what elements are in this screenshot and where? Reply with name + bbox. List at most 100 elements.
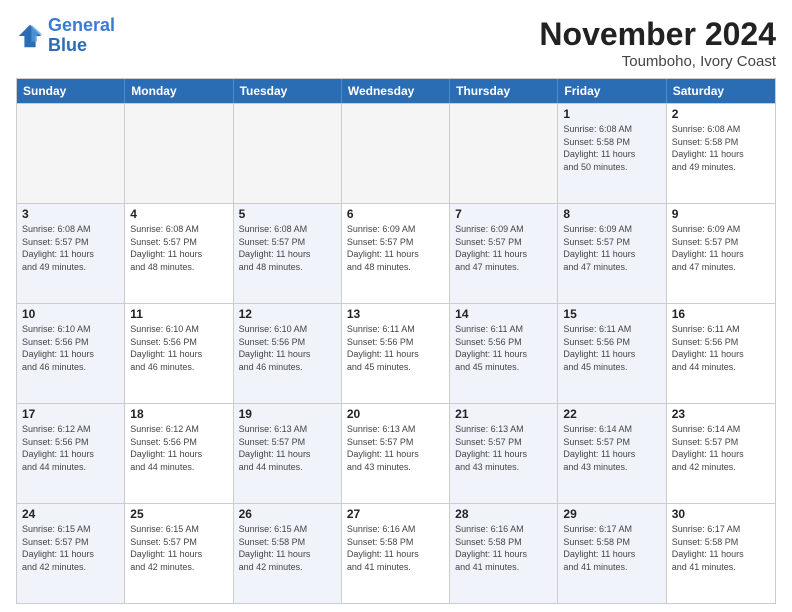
day-info: Sunrise: 6:14 AM Sunset: 5:57 PM Dayligh…	[672, 423, 770, 473]
cal-header-cell: Saturday	[667, 79, 775, 103]
calendar-cell: 16Sunrise: 6:11 AM Sunset: 5:56 PM Dayli…	[667, 304, 775, 403]
calendar-row: 1 Sunrise: 6:08 AM Sunset: 5:58 PM Daylig…	[17, 103, 775, 203]
calendar-cell: 28 Sunrise: 6:16 AM Sunset: 5:58 PM Dayli…	[450, 504, 558, 603]
logo-text: General Blue	[48, 16, 115, 56]
day-number: 10	[22, 307, 119, 321]
day-info: Sunrise: 6:08 AM Sunset: 5:58 PM Dayligh…	[672, 123, 770, 173]
day-number: 30	[672, 507, 770, 521]
day-number: 17	[22, 407, 119, 421]
day-info: Sunrise: 6:11 AM Sunset: 5:56 PM Dayligh…	[347, 323, 444, 373]
day-info: Sunrise: 6:08 AM Sunset: 5:57 PM Dayligh…	[22, 223, 119, 273]
day-number: 24	[22, 507, 119, 521]
day-number: 20	[347, 407, 444, 421]
calendar-cell: 29Sunrise: 6:17 AM Sunset: 5:58 PM Dayli…	[558, 504, 666, 603]
cal-header-cell: Tuesday	[234, 79, 342, 103]
calendar-cell: 7 Sunrise: 6:09 AM Sunset: 5:57 PM Daylig…	[450, 204, 558, 303]
day-info: Sunrise: 6:09 AM Sunset: 5:57 PM Dayligh…	[455, 223, 552, 273]
day-number: 5	[239, 207, 336, 221]
cal-header-cell: Sunday	[17, 79, 125, 103]
day-number: 28	[455, 507, 552, 521]
calendar-cell: 20Sunrise: 6:13 AM Sunset: 5:57 PM Dayli…	[342, 404, 450, 503]
calendar-cell: 25 Sunrise: 6:15 AM Sunset: 5:57 PM Dayli…	[125, 504, 233, 603]
day-number: 7	[455, 207, 552, 221]
day-number: 3	[22, 207, 119, 221]
day-number: 4	[130, 207, 227, 221]
page: General Blue November 2024 Toumboho, Ivo…	[0, 0, 792, 612]
calendar-cell	[234, 104, 342, 203]
calendar: SundayMondayTuesdayWednesdayThursdayFrid…	[16, 78, 776, 604]
calendar-cell: 18 Sunrise: 6:12 AM Sunset: 5:56 PM Dayli…	[125, 404, 233, 503]
calendar-row: 24 Sunrise: 6:15 AM Sunset: 5:57 PM Dayli…	[17, 503, 775, 603]
calendar-cell: 5Sunrise: 6:08 AM Sunset: 5:57 PM Daylig…	[234, 204, 342, 303]
day-info: Sunrise: 6:13 AM Sunset: 5:57 PM Dayligh…	[239, 423, 336, 473]
cal-header-cell: Monday	[125, 79, 233, 103]
day-info: Sunrise: 6:16 AM Sunset: 5:58 PM Dayligh…	[455, 523, 552, 573]
calendar-cell: 9 Sunrise: 6:09 AM Sunset: 5:57 PM Daylig…	[667, 204, 775, 303]
day-info: Sunrise: 6:11 AM Sunset: 5:56 PM Dayligh…	[672, 323, 770, 373]
title-block: November 2024 Toumboho, Ivory Coast	[539, 16, 776, 70]
calendar-cell: 23 Sunrise: 6:14 AM Sunset: 5:57 PM Dayli…	[667, 404, 775, 503]
day-info: Sunrise: 6:17 AM Sunset: 5:58 PM Dayligh…	[563, 523, 660, 573]
day-info: Sunrise: 6:11 AM Sunset: 5:56 PM Dayligh…	[455, 323, 552, 373]
day-info: Sunrise: 6:09 AM Sunset: 5:57 PM Dayligh…	[672, 223, 770, 273]
calendar-cell: 13 Sunrise: 6:11 AM Sunset: 5:56 PM Dayli…	[342, 304, 450, 403]
day-number: 27	[347, 507, 444, 521]
day-number: 18	[130, 407, 227, 421]
calendar-cell: 6 Sunrise: 6:09 AM Sunset: 5:57 PM Daylig…	[342, 204, 450, 303]
calendar-cell: 3 Sunrise: 6:08 AM Sunset: 5:57 PM Daylig…	[17, 204, 125, 303]
header: General Blue November 2024 Toumboho, Ivo…	[16, 16, 776, 70]
day-number: 6	[347, 207, 444, 221]
day-number: 14	[455, 307, 552, 321]
day-info: Sunrise: 6:10 AM Sunset: 5:56 PM Dayligh…	[22, 323, 119, 373]
day-number: 26	[239, 507, 336, 521]
day-number: 2	[672, 107, 770, 121]
calendar-cell: 1 Sunrise: 6:08 AM Sunset: 5:58 PM Daylig…	[558, 104, 666, 203]
day-number: 13	[347, 307, 444, 321]
calendar-cell: 27 Sunrise: 6:16 AM Sunset: 5:58 PM Dayli…	[342, 504, 450, 603]
day-info: Sunrise: 6:10 AM Sunset: 5:56 PM Dayligh…	[130, 323, 227, 373]
day-number: 23	[672, 407, 770, 421]
day-info: Sunrise: 6:15 AM Sunset: 5:58 PM Dayligh…	[239, 523, 336, 573]
day-info: Sunrise: 6:15 AM Sunset: 5:57 PM Dayligh…	[22, 523, 119, 573]
day-info: Sunrise: 6:08 AM Sunset: 5:58 PM Dayligh…	[563, 123, 660, 173]
day-number: 11	[130, 307, 227, 321]
day-number: 25	[130, 507, 227, 521]
day-number: 1	[563, 107, 660, 121]
calendar-header: SundayMondayTuesdayWednesdayThursdayFrid…	[17, 79, 775, 103]
calendar-cell: 14 Sunrise: 6:11 AM Sunset: 5:56 PM Dayli…	[450, 304, 558, 403]
day-number: 9	[672, 207, 770, 221]
calendar-cell	[17, 104, 125, 203]
calendar-cell: 17 Sunrise: 6:12 AM Sunset: 5:56 PM Dayli…	[17, 404, 125, 503]
calendar-cell: 15Sunrise: 6:11 AM Sunset: 5:56 PM Dayli…	[558, 304, 666, 403]
day-info: Sunrise: 6:14 AM Sunset: 5:57 PM Dayligh…	[563, 423, 660, 473]
calendar-cell: 8Sunrise: 6:09 AM Sunset: 5:57 PM Daylig…	[558, 204, 666, 303]
day-info: Sunrise: 6:12 AM Sunset: 5:56 PM Dayligh…	[130, 423, 227, 473]
calendar-row: 10 Sunrise: 6:10 AM Sunset: 5:56 PM Dayli…	[17, 303, 775, 403]
day-info: Sunrise: 6:13 AM Sunset: 5:57 PM Dayligh…	[455, 423, 552, 473]
calendar-row: 3 Sunrise: 6:08 AM Sunset: 5:57 PM Daylig…	[17, 203, 775, 303]
logo: General Blue	[16, 16, 115, 56]
calendar-cell: 4 Sunrise: 6:08 AM Sunset: 5:57 PM Daylig…	[125, 204, 233, 303]
day-info: Sunrise: 6:08 AM Sunset: 5:57 PM Dayligh…	[130, 223, 227, 273]
calendar-cell	[450, 104, 558, 203]
calendar-cell: 11 Sunrise: 6:10 AM Sunset: 5:56 PM Dayli…	[125, 304, 233, 403]
day-info: Sunrise: 6:10 AM Sunset: 5:56 PM Dayligh…	[239, 323, 336, 373]
calendar-cell	[342, 104, 450, 203]
day-info: Sunrise: 6:16 AM Sunset: 5:58 PM Dayligh…	[347, 523, 444, 573]
calendar-body: 1 Sunrise: 6:08 AM Sunset: 5:58 PM Daylig…	[17, 103, 775, 603]
day-info: Sunrise: 6:17 AM Sunset: 5:58 PM Dayligh…	[672, 523, 770, 573]
calendar-cell: 12Sunrise: 6:10 AM Sunset: 5:56 PM Dayli…	[234, 304, 342, 403]
day-info: Sunrise: 6:12 AM Sunset: 5:56 PM Dayligh…	[22, 423, 119, 473]
cal-header-cell: Thursday	[450, 79, 558, 103]
calendar-row: 17 Sunrise: 6:12 AM Sunset: 5:56 PM Dayli…	[17, 403, 775, 503]
calendar-cell: 2 Sunrise: 6:08 AM Sunset: 5:58 PM Daylig…	[667, 104, 775, 203]
cal-header-cell: Friday	[558, 79, 666, 103]
calendar-cell: 22 Sunrise: 6:14 AM Sunset: 5:57 PM Dayli…	[558, 404, 666, 503]
calendar-cell: 24 Sunrise: 6:15 AM Sunset: 5:57 PM Dayli…	[17, 504, 125, 603]
day-info: Sunrise: 6:15 AM Sunset: 5:57 PM Dayligh…	[130, 523, 227, 573]
calendar-cell: 21 Sunrise: 6:13 AM Sunset: 5:57 PM Dayli…	[450, 404, 558, 503]
day-number: 22	[563, 407, 660, 421]
day-info: Sunrise: 6:09 AM Sunset: 5:57 PM Dayligh…	[347, 223, 444, 273]
day-number: 21	[455, 407, 552, 421]
day-info: Sunrise: 6:09 AM Sunset: 5:57 PM Dayligh…	[563, 223, 660, 273]
